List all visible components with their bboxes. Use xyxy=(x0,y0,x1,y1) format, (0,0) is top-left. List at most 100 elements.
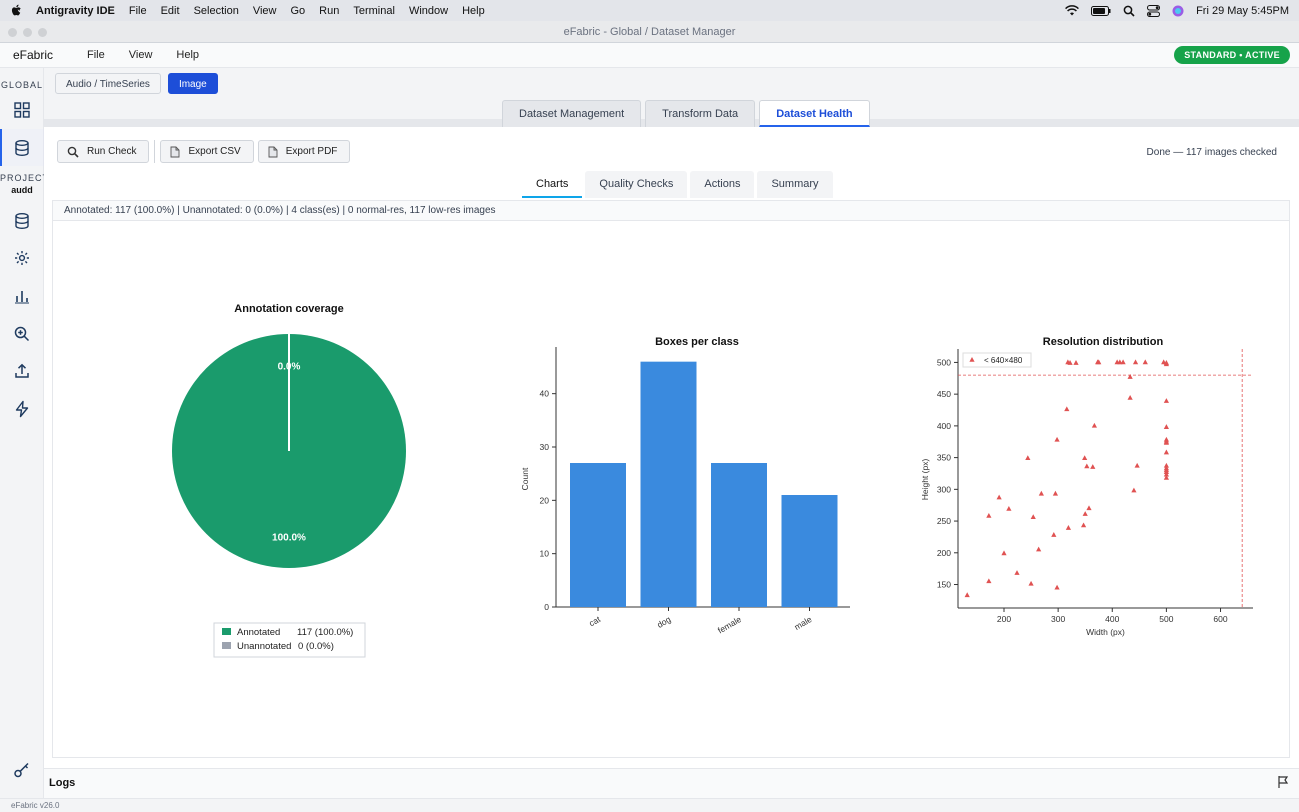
scatter-x-tick-label: 500 xyxy=(1159,614,1173,624)
tab-audio-timeseries[interactable]: Audio / TimeSeries xyxy=(55,73,161,94)
scatter-point xyxy=(1127,394,1133,400)
project-database-icon[interactable] xyxy=(13,212,31,230)
scatter-point xyxy=(1073,360,1079,365)
bar-male xyxy=(781,495,838,607)
export-pdf-button[interactable]: Export PDF xyxy=(257,140,351,163)
flag-icon[interactable] xyxy=(1277,775,1289,789)
bar-y-tick-label: 10 xyxy=(540,549,550,559)
os-menu-file[interactable]: File xyxy=(129,5,147,17)
os-menu-edit[interactable]: Edit xyxy=(161,5,180,17)
database-icon[interactable] xyxy=(13,139,31,157)
os-menu-help[interactable]: Help xyxy=(462,5,485,17)
bar-x-tick-label: female xyxy=(716,614,743,636)
export-csv-label: Export CSV xyxy=(188,146,241,157)
close-window-button[interactable] xyxy=(8,28,17,37)
pie-legend-swatch xyxy=(222,642,231,649)
scatter-point xyxy=(1030,514,1036,520)
key-icon[interactable] xyxy=(13,761,31,779)
scatter-point xyxy=(1065,525,1072,530)
tab-quality-checks[interactable]: Quality Checks xyxy=(585,171,688,198)
pie-chart-title: Annotation coverage xyxy=(234,303,343,315)
scatter-y-tick-label: 250 xyxy=(937,516,951,526)
minimize-window-button[interactable] xyxy=(23,28,32,37)
scatter-point xyxy=(1142,359,1148,365)
os-clock: Fri 29 May 5:45PM xyxy=(1196,4,1289,17)
grid-icon[interactable] xyxy=(13,101,31,119)
lightning-icon[interactable] xyxy=(13,400,31,418)
tab-dataset-health[interactable]: Dataset Health xyxy=(759,100,870,127)
pie-legend-swatch xyxy=(222,628,231,635)
bar-chart-icon[interactable] xyxy=(13,287,31,305)
scatter-y-axis-label: Height (px) xyxy=(920,459,930,501)
apple-icon[interactable] xyxy=(10,4,22,17)
bar-y-tick-label: 20 xyxy=(540,495,550,505)
logs-title[interactable]: Logs xyxy=(49,777,75,789)
os-menubar: Antigravity IDE File Edit Selection View… xyxy=(0,0,1299,21)
bar-y-tick-label: 30 xyxy=(540,442,550,452)
zoom-in-icon[interactable] xyxy=(13,325,31,343)
scatter-point xyxy=(1051,532,1057,537)
os-menu-view[interactable]: View xyxy=(253,5,277,17)
scatter-point xyxy=(1082,511,1088,516)
scatter-point xyxy=(1090,464,1096,469)
tab-summary[interactable]: Summary xyxy=(757,171,833,198)
bar-cat xyxy=(570,463,626,607)
os-menu-selection[interactable]: Selection xyxy=(194,5,239,17)
scatter-x-tick-label: 400 xyxy=(1105,614,1119,624)
run-check-button[interactable]: Run Check xyxy=(57,140,150,163)
bar-x-tick-label: cat xyxy=(587,614,602,629)
app-menu-view[interactable]: View xyxy=(129,49,153,61)
spotlight-search-icon[interactable] xyxy=(1123,5,1135,17)
scatter-point xyxy=(1120,359,1126,365)
pie-legend-label: Unannotated xyxy=(237,641,291,652)
app-menu-help[interactable]: Help xyxy=(176,49,199,61)
export-csv-button[interactable]: Export CSV xyxy=(160,140,254,163)
upload-icon[interactable] xyxy=(13,362,31,380)
tab-dataset-management[interactable]: Dataset Management xyxy=(502,100,642,127)
charts-panel: Annotated: 117 (100.0%) | Unannotated: 0… xyxy=(52,200,1290,758)
window-title: eFabric - Global / Dataset Manager xyxy=(563,26,736,38)
scatter-point xyxy=(986,578,992,584)
sidebar-global-label: GLOBAL xyxy=(0,80,44,90)
app-menu-file[interactable]: File xyxy=(87,49,105,61)
scatter-x-tick-label: 600 xyxy=(1213,614,1227,624)
tab-actions[interactable]: Actions xyxy=(690,171,755,198)
bar-y-axis-label: Count xyxy=(520,467,530,490)
app-menubar: eFabric File View Help STANDARD • ACTIVE xyxy=(0,43,1299,68)
settings-icon[interactable] xyxy=(13,249,31,267)
scatter-point xyxy=(1134,462,1140,468)
tab-image[interactable]: Image xyxy=(167,73,218,94)
os-menu-go[interactable]: Go xyxy=(290,5,305,17)
scatter-point xyxy=(1054,584,1060,590)
control-center-icon[interactable] xyxy=(1147,4,1161,17)
scatter-point xyxy=(1163,424,1169,429)
resolution-distribution-scatter-chart: Resolution distribution 200 300 400 500 600 1… xyxy=(920,336,1253,637)
os-menu-window[interactable]: Window xyxy=(409,5,448,17)
scatter-point xyxy=(1131,487,1137,493)
siri-icon[interactable] xyxy=(1172,5,1184,17)
wifi-icon[interactable] xyxy=(1065,5,1080,16)
export-pdf-label: Export PDF xyxy=(285,146,338,157)
scatter-point xyxy=(1014,570,1020,575)
toolbar-divider xyxy=(154,140,156,163)
os-menu-terminal[interactable]: Terminal xyxy=(353,5,395,17)
scatter-y-tick-label: 450 xyxy=(937,389,951,399)
left-sidebar: GLOBAL PROJECT audd xyxy=(0,68,48,798)
scatter-point xyxy=(1054,436,1060,442)
bar-dog xyxy=(640,361,697,607)
run-check-label: Run Check xyxy=(87,146,137,157)
scatter-x-axis-label: Width (px) xyxy=(1086,627,1125,637)
scatter-chart-title: Resolution distribution xyxy=(1043,336,1164,348)
os-app-name[interactable]: Antigravity IDE xyxy=(36,5,115,17)
tab-transform-data[interactable]: Transform Data xyxy=(645,100,756,127)
scatter-point xyxy=(996,494,1002,500)
zoom-window-button[interactable] xyxy=(38,28,47,37)
window-titlebar: eFabric - Global / Dataset Manager xyxy=(0,21,1299,43)
scatter-point xyxy=(1082,455,1088,461)
scatter-point xyxy=(1025,455,1031,461)
tab-charts[interactable]: Charts xyxy=(522,171,583,198)
annotation-coverage-pie-chart: Annotation coverage 100.0% 0.0% Annotated… xyxy=(172,303,406,658)
battery-icon[interactable] xyxy=(1091,5,1111,16)
scatter-y-tick-label: 200 xyxy=(937,548,951,558)
os-menu-run[interactable]: Run xyxy=(319,5,339,17)
